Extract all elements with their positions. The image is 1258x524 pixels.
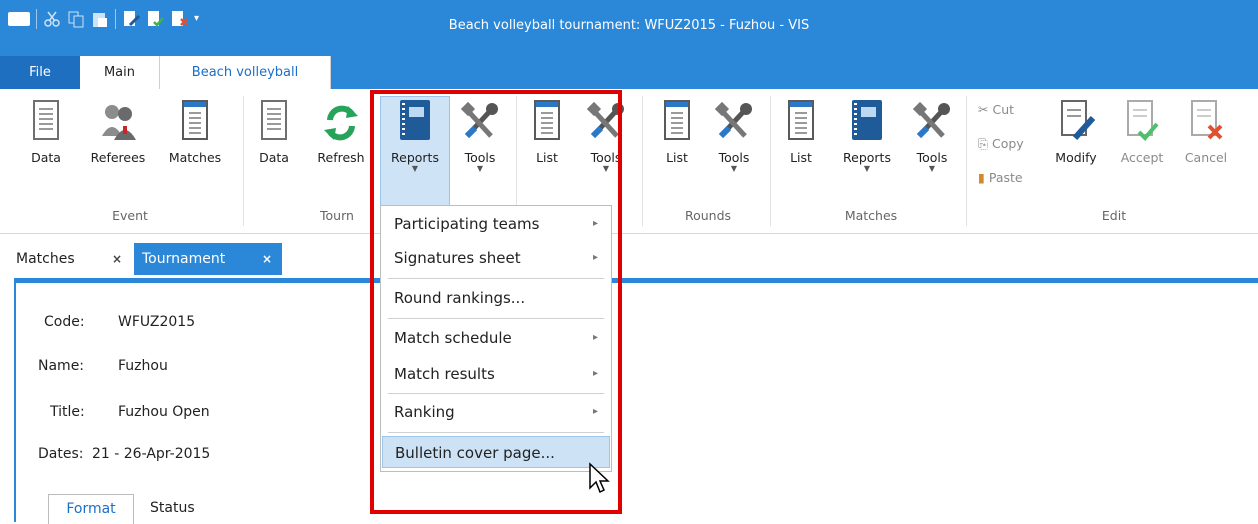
button-label: Data — [259, 150, 289, 165]
button-label: Referees — [90, 150, 146, 165]
button-label: Refresh — [317, 150, 365, 165]
button-label: Cut — [992, 102, 1015, 117]
qat-separator — [36, 9, 37, 29]
paste-icon[interactable] — [91, 10, 109, 28]
paste-icon: ▮ — [978, 170, 985, 185]
code-label: Code: — [44, 314, 85, 330]
referees-button[interactable]: Referees — [84, 96, 152, 182]
group-label-matches: Matches — [844, 208, 898, 223]
dropdown-arrow-icon: ▼ — [730, 164, 738, 173]
button-label: Copy — [992, 136, 1024, 151]
modify-icon[interactable] — [122, 10, 141, 28]
group-separator — [243, 96, 244, 226]
doc-tab-tournament[interactable]: Tournament × — [134, 243, 282, 275]
list-document-icon — [782, 100, 820, 144]
event-matches-button[interactable]: Matches — [160, 96, 230, 182]
title-label: Title: — [50, 404, 85, 420]
group-separator — [966, 96, 967, 226]
button-label: Modify — [1055, 150, 1097, 165]
active-tab-underline — [14, 278, 1258, 283]
button-label: Paste — [988, 170, 1023, 185]
tab-format[interactable]: Format — [48, 494, 134, 524]
copy-button[interactable]: ⎘ Copy — [978, 136, 1024, 152]
cut-icon[interactable] — [43, 10, 61, 28]
cancel-button[interactable]: Cancel — [1176, 96, 1236, 182]
content-left-border — [14, 283, 16, 522]
dates-value: 21 - 26-Apr-2015 — [92, 446, 211, 462]
cut-button[interactable]: ✂ Cut — [978, 102, 1014, 117]
accept-icon — [1123, 100, 1161, 144]
close-icon[interactable]: × — [112, 243, 122, 275]
button-label: Matches — [168, 150, 222, 165]
copy-icon: ⎘ — [978, 136, 989, 151]
button-label: Reports — [843, 150, 891, 165]
tournament-data-button[interactable]: Data — [252, 96, 296, 182]
tab-status[interactable]: Status — [150, 494, 195, 524]
group-label-event: Event — [112, 208, 148, 223]
group-label-rounds: Rounds — [684, 208, 732, 223]
doc-tab-matches[interactable]: Matches — [14, 243, 75, 275]
tab-beach-volleyball[interactable]: Beach volleyball — [159, 56, 331, 89]
copy-icon[interactable] — [67, 10, 85, 28]
document-icon — [27, 100, 65, 144]
highlight-box — [370, 90, 622, 514]
button-label: List — [666, 150, 688, 165]
document-icon — [255, 100, 293, 144]
quick-access-toolbar: ▾ — [8, 7, 212, 31]
button-label: Data — [31, 150, 61, 165]
tools-icon — [912, 100, 951, 144]
cancel-icon[interactable] — [170, 10, 188, 28]
event-data-button[interactable]: Data — [24, 96, 68, 182]
qat-separator — [115, 9, 116, 29]
app-logo-icon[interactable] — [8, 12, 30, 26]
matches-tools-button[interactable]: Tools ▼ — [904, 96, 960, 182]
paste-button[interactable]: ▮ Paste — [978, 170, 1023, 185]
button-label: Tools — [718, 150, 750, 165]
tools-icon — [714, 100, 753, 144]
refresh-button[interactable]: Refresh — [310, 96, 372, 182]
matches-reports-button[interactable]: Reports ▼ — [832, 96, 902, 182]
rounds-tools-button[interactable]: Tools ▼ — [706, 96, 762, 182]
referees-icon — [99, 100, 137, 144]
list-document-icon — [658, 100, 696, 144]
group-separator — [642, 96, 643, 226]
modify-button[interactable]: Modify — [1044, 96, 1108, 182]
modify-icon — [1057, 100, 1096, 144]
group-label-edit: Edit — [1101, 208, 1127, 223]
tab-main[interactable]: Main — [80, 56, 160, 89]
doc-tab-label: Tournament — [142, 251, 226, 267]
group-separator — [770, 96, 771, 226]
list-document-icon — [176, 100, 214, 144]
scissors-icon: ✂ — [978, 102, 989, 117]
matches-list-button[interactable]: List — [778, 96, 824, 182]
code-value: WFUZ2015 — [118, 314, 196, 330]
name-value: Fuzhou — [118, 358, 168, 374]
accept-button[interactable]: Accept — [1110, 96, 1174, 182]
refresh-icon — [322, 100, 360, 144]
dropdown-arrow-icon: ▼ — [928, 164, 936, 173]
dropdown-arrow-icon: ▼ — [863, 164, 871, 173]
tab-file[interactable]: File — [0, 56, 80, 89]
button-label: Cancel — [1184, 150, 1228, 165]
button-label: Accept — [1120, 150, 1164, 165]
button-label: List — [790, 150, 812, 165]
customize-dropdown-icon[interactable]: ▾ — [194, 10, 212, 28]
mouse-cursor-icon — [588, 462, 612, 502]
name-label: Name: — [38, 358, 85, 374]
rounds-list-button[interactable]: List — [652, 96, 702, 182]
accept-icon[interactable] — [146, 10, 164, 28]
cancel-icon — [1187, 100, 1225, 144]
dates-label: Dates: — [38, 446, 84, 462]
button-label: Tools — [916, 150, 948, 165]
close-icon[interactable]: × — [262, 243, 272, 275]
reports-book-icon — [848, 100, 886, 144]
title-value: Fuzhou Open — [118, 404, 210, 420]
